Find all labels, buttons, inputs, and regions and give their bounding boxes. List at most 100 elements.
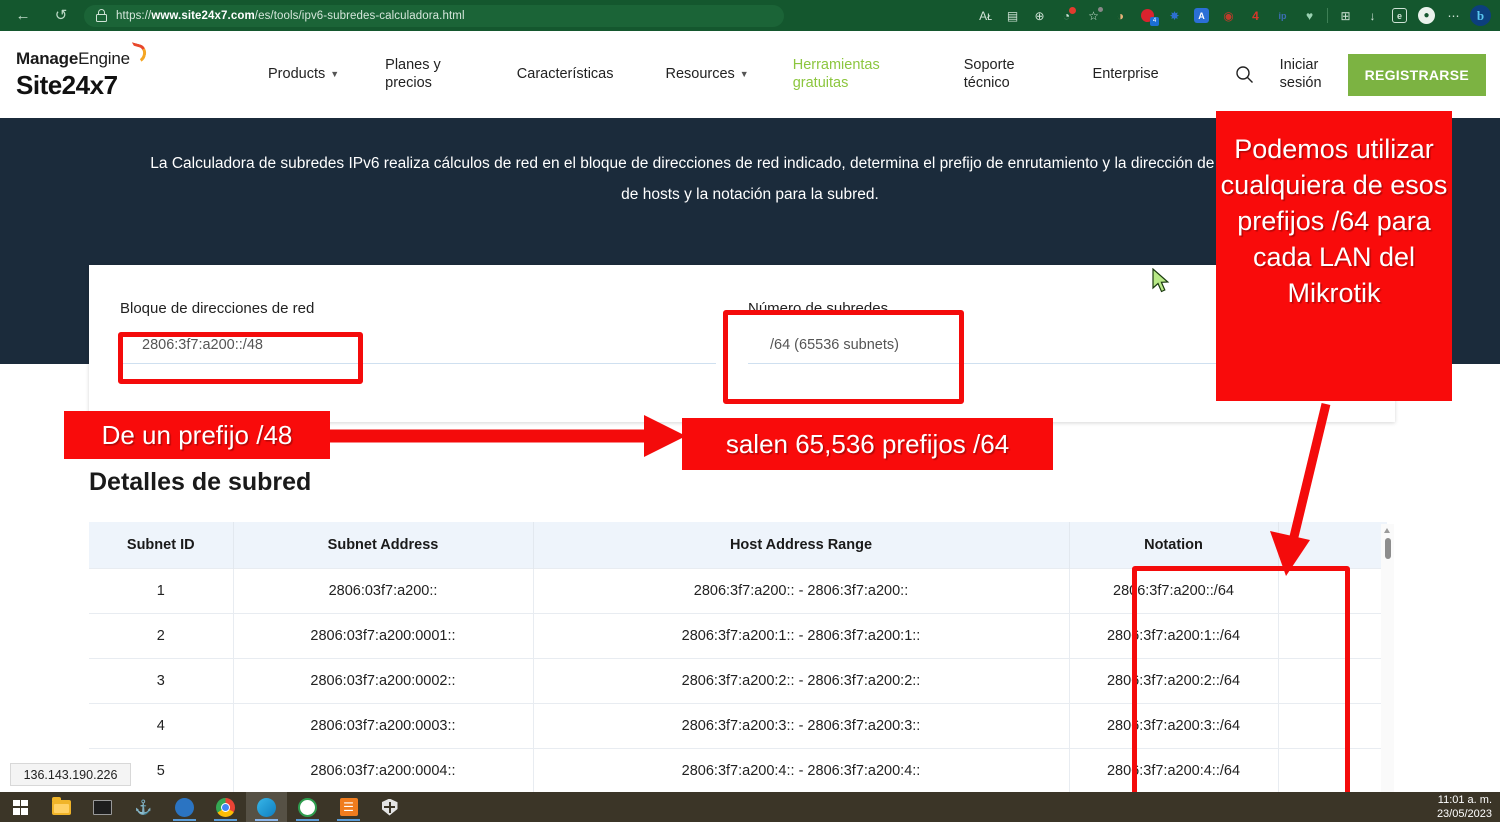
clock-date: 23/05/2023 [1437,807,1492,821]
extension-red-icon[interactable]: ◉ [1215,4,1242,28]
site-header: ManageEngine Site24x7 Products ▼ Planes … [0,31,1500,118]
nav-item-resources[interactable]: Resources ▼ [655,62,758,87]
status-bar-tooltip: 136.143.190.226 [10,763,131,786]
main-navigation: Products ▼ Planes y precios Característi… [252,53,1228,96]
mouse-cursor [1152,268,1170,294]
cell-subnet-address: 2806:03f7:a200:: [233,569,533,614]
highlight-notation-column [1132,566,1350,808]
highlight-subnet-count-field [723,310,964,404]
cell-host-range: 2806:3f7:a200:4:: - 2806:3f7:a200:4:: [533,749,1069,794]
url-path: /es/tools/ipv6-subredes-calculadora.html [255,10,465,22]
nav-item-products[interactable]: Products ▼ [258,62,349,87]
column-header-host-range[interactable]: Host Address Range [533,522,1069,569]
header-actions: Iniciar sesión REGISTRARSE [1228,54,1486,96]
browser-essentials-icon[interactable]: ◔ [1053,4,1080,28]
address-bar[interactable]: https://www.site24x7.com/es/tools/ipv6-s… [84,5,784,27]
reload-icon[interactable]: ↺ [46,5,76,27]
chrome-icon[interactable] [205,792,246,822]
settings-more-icon[interactable]: ⋯ [1440,4,1467,28]
cell-host-range: 2806:3f7:a200:2:: - 2806:3f7:a200:2:: [533,659,1069,704]
clock-time: 11:01 a. m. [1437,793,1492,807]
column-header-subnet-id[interactable]: Subnet ID [89,522,233,569]
nav-label-enterprise: Enterprise [1093,66,1159,83]
cell-subnet-id: 1 [89,569,233,614]
cell-host-range: 2806:3f7:a200:1:: - 2806:3f7:a200:1:: [533,614,1069,659]
scrollbar-thumb[interactable] [1385,538,1391,559]
security-shield-icon[interactable] [369,792,410,822]
nav-item-planes-precios[interactable]: Planes y precios [375,53,451,96]
site-logo[interactable]: ManageEngine Site24x7 [16,49,216,101]
nav-item-caracteristicas[interactable]: Características [507,62,624,87]
chevron-down-icon: ▼ [330,69,339,80]
network-block-label: Bloque de direcciones de red [120,300,716,317]
search-icon[interactable] [1228,65,1262,84]
collections-icon[interactable]: ◑ [1107,4,1134,28]
terminal-icon[interactable] [82,792,123,822]
address-bar-url: https://www.site24x7.com/es/tools/ipv6-s… [116,10,465,22]
profile-avatar-icon[interactable]: ● [1413,4,1440,28]
nav-label-products: Products [268,66,325,83]
extension-ghost-icon[interactable]: ♥ [1296,4,1323,28]
extension-four-icon[interactable]: 4 [1242,4,1269,28]
cell-host-range: 2806:3f7:a200:: - 2806:3f7:a200:: [533,569,1069,614]
winbox-icon[interactable] [164,792,205,822]
taskbar-clock[interactable]: 11:01 a. m. 23/05/2023 [1437,793,1492,821]
zoom-icon[interactable]: ⊕ [1026,4,1053,28]
split-screen-icon[interactable]: ⊞ [1332,4,1359,28]
manageengine-swoosh-icon [127,42,148,65]
nav-item-herramientas-gratuitas[interactable]: Herramientas gratuitas [783,53,890,96]
edge-sidebar-icon[interactable]: e [1386,4,1413,28]
logo-engine-text: Engine [78,49,130,68]
cell-subnet-id: 4 [89,704,233,749]
nav-label-planes-precios: Planes y precios [385,57,441,92]
annotation-salen-65536: salen 65,536 prefijos /64 [682,418,1053,470]
signin-link[interactable]: Iniciar sesión [1262,57,1340,92]
notification-badge: 4 [1150,17,1159,26]
hero-description: La Calculadora de subredes IPv6 realiza … [140,148,1360,210]
toolbar-divider [1327,8,1328,23]
nav-item-soporte-tecnico[interactable]: Soporte técnico [954,53,1025,96]
annotation-prefix-48: De un prefijo /48 [64,411,330,459]
favorites-icon[interactable]: ☆ [1080,4,1107,28]
app-green-icon[interactable] [287,792,328,822]
bing-discover-icon[interactable]: b [1467,4,1494,28]
column-header-notation[interactable]: Notation [1069,522,1278,569]
edge-icon[interactable] [246,792,287,822]
tool-icon[interactable]: ⚓ [123,792,164,822]
table-header-row: Subnet ID Subnet Address Host Address Ra… [89,522,1387,569]
start-button[interactable] [0,792,41,822]
file-explorer-icon[interactable] [41,792,82,822]
windows-taskbar: ⚓ ☰ 11:01 a. m. 23/05/2023 [0,792,1500,822]
notifications-icon[interactable]: 4 [1134,4,1161,28]
read-aloud-icon[interactable]: Aᴌ [972,4,999,28]
page-title: Detalles de subred [89,468,311,497]
cell-subnet-address: 2806:03f7:a200:0002:: [233,659,533,704]
cell-subnet-id: 2 [89,614,233,659]
url-prefix: https:// [116,10,151,22]
extension-blue-icon[interactable]: ✸ [1161,4,1188,28]
register-button[interactable]: REGISTRARSE [1348,54,1486,96]
nav-label-resources: Resources [665,66,734,83]
immersive-reader-icon[interactable]: ▤ [999,4,1026,28]
cell-subnet-id: 3 [89,659,233,704]
browser-toolbar-icons: Aᴌ ▤ ⊕ ◔ ☆ ◑ 4 ✸ A ◉ 4 ip ♥ ⊞ ↓ e [972,4,1500,28]
screen: ← ↺ https://www.site24x7.com/es/tools/ip… [0,0,1500,822]
lock-icon [94,9,108,23]
cell-host-range: 2806:3f7:a200:3:: - 2806:3f7:a200:3:: [533,704,1069,749]
back-arrow-icon[interactable]: ← [8,5,38,27]
browser-toolbar: ← ↺ https://www.site24x7.com/es/tools/ip… [0,0,1500,31]
downloads-icon[interactable]: ↓ [1359,4,1386,28]
column-header-subnet-address[interactable]: Subnet Address [233,522,533,569]
extension-ip-icon[interactable]: ip [1269,4,1296,28]
table-scrollbar[interactable] [1381,524,1394,796]
logo-manage-text: Manage [16,49,78,68]
mikrotik-icon[interactable]: ☰ [328,792,369,822]
nav-item-enterprise[interactable]: Enterprise [1083,62,1169,87]
scroll-up-arrow-icon[interactable] [1384,528,1390,533]
nav-label-soporte-tecnico: Soporte técnico [964,57,1015,92]
cell-subnet-address: 2806:03f7:a200:0003:: [233,704,533,749]
translate-icon[interactable]: A [1188,4,1215,28]
url-domain: www.site24x7.com [151,10,254,22]
logo-manageengine: ManageEngine [16,49,130,69]
annotation-callout-mikrotik: Podemos utilizar cualquiera de esos pref… [1216,111,1452,401]
